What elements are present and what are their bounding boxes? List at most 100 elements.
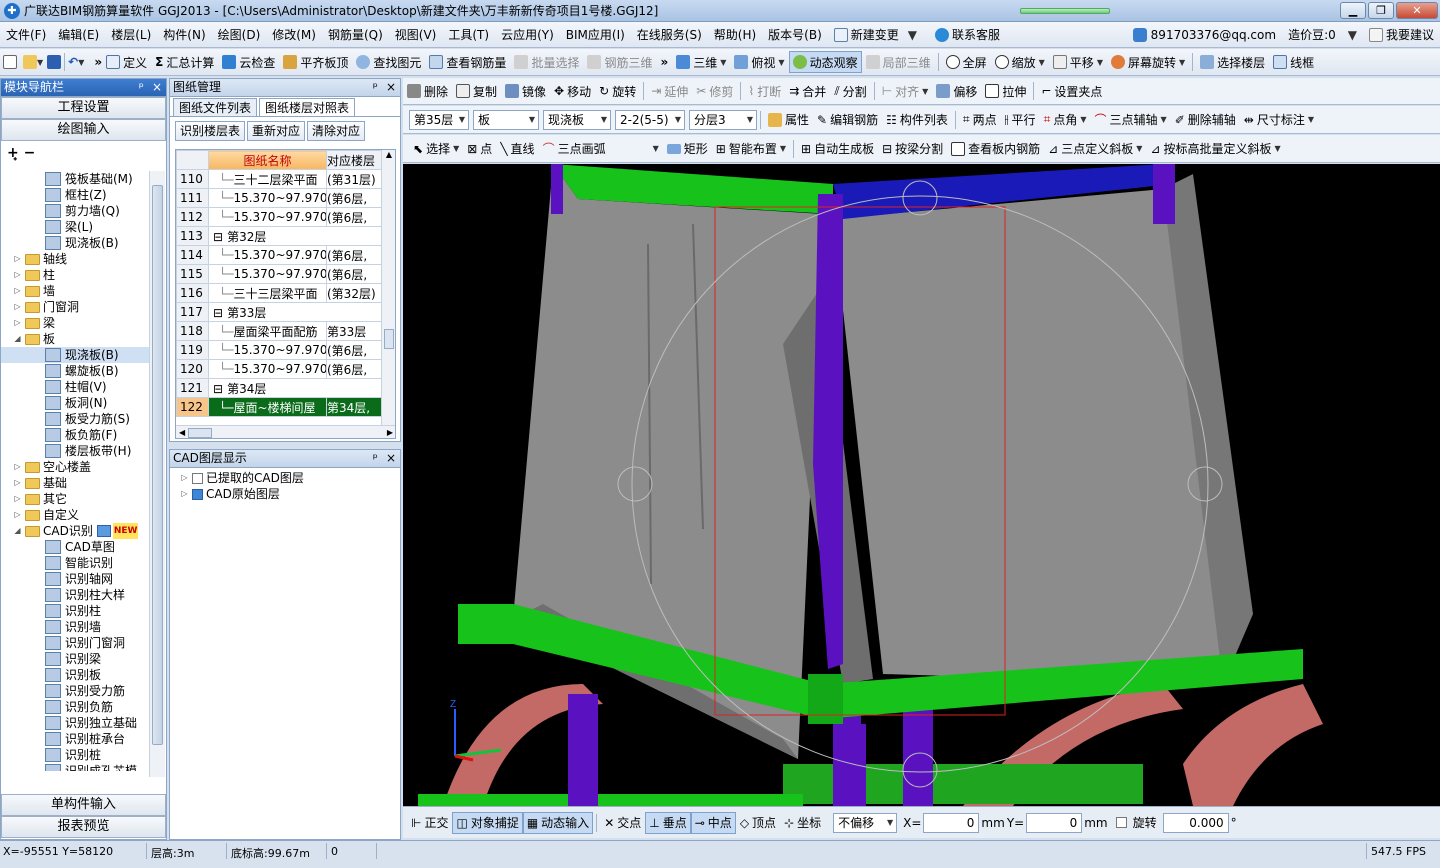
remap-button[interactable]: 重新对应 [247,121,306,141]
collapse-arrow-icon[interactable]: ◢ [13,523,22,539]
suggest-button[interactable]: 我要建议 [1363,23,1440,47]
dynamic-input-toggle[interactable]: ▦ 动态输入 [522,811,594,834]
nav-tree-item[interactable]: 识别门窗洞 [1,635,149,651]
nav-tree-item[interactable]: 识别柱 [1,603,149,619]
nav-tree-item[interactable]: CAD草图 [1,539,149,555]
delete-axis-button[interactable]: ✐ 删除辅轴 [1171,109,1240,131]
nav-tree-item[interactable]: 螺旋板(B) [1,363,149,379]
single-component-input-button[interactable]: 单构件输入 [1,794,166,816]
table-row[interactable]: 121 ⊟ 第34层 [176,378,382,398]
rotate-input[interactable]: 0.000 [1162,812,1229,833]
nav-tree-item[interactable]: 识别墙 [1,619,149,635]
table-row[interactable]: 112 └─15.370~97.970 (第6层, [176,207,382,227]
collapse-group-icon[interactable]: ⊟ [213,382,223,396]
find-element-button[interactable]: 查找图元 [352,51,425,73]
nav-tree-item[interactable]: 识别柱大样 [1,587,149,603]
align-slab-top-button[interactable]: 平齐板顶 [279,51,352,73]
cad-layer-extracted[interactable]: ▷ 已提取的CAD图层 [180,470,400,486]
point-button[interactable]: ⊠ 点 [463,138,496,160]
floor-cell[interactable]: (第6层, [326,207,382,227]
3d-viewport[interactable]: Z [403,164,1440,806]
expand-arrow-icon[interactable]: ▷ [13,283,22,299]
move-button[interactable]: ✥ 移动 [550,80,595,102]
snap-vertex[interactable]: ◇ 顶点 [736,812,780,834]
nav-tree-item[interactable]: ▷ 门窗洞 [1,299,149,315]
menu-rebar[interactable]: 钢筋量(Q) [322,23,389,47]
table-row[interactable]: 118 └─屋面梁平面配筋 第33层 [176,321,382,341]
component-select[interactable]: 2-2(5-5) ▼ [615,109,685,130]
three-point-arc-button[interactable]: ⌒ 三点画弧 ▼ [539,138,663,160]
nav-tree-item[interactable]: 梁(L) [1,219,149,235]
nav-tree-item[interactable]: 识别负筋 [1,699,149,715]
split-button[interactable]: ⫽ 分割 [830,80,870,102]
mirror-button[interactable]: 镜像 [501,80,550,102]
nav-tree-item[interactable]: 识别成孔芯模 [1,763,149,771]
nav-tree-item[interactable]: 识别受力筋 [1,683,149,699]
menu-floor[interactable]: 楼层(L) [105,23,157,47]
expand-arrow-icon[interactable]: ▷ [13,491,22,507]
nav-tree-item[interactable]: 识别桩 [1,747,149,763]
snap-midpoint[interactable]: ⊸ 中点 [690,811,736,834]
header-floor[interactable]: 对应楼层 [326,150,382,170]
properties-button[interactable]: 属性 [764,109,813,131]
nav-tree-item[interactable]: 智能识别 [1,555,149,571]
floor-cell[interactable]: (第6层, [326,264,382,284]
view-slab-rebar-button[interactable]: 查看板内钢筋 [947,138,1044,160]
type-select[interactable]: 板 ▼ [473,109,539,130]
copy-button[interactable]: 复制 [452,80,501,102]
select-floor-button[interactable]: 选择楼层 [1196,51,1269,73]
offset-button[interactable]: 偏移 [932,80,981,102]
nav-tree-item[interactable]: 板负筋(F) [1,427,149,443]
define-button[interactable]: 定义 [102,51,151,73]
project-settings-button[interactable]: 工程设置 [1,97,166,119]
identify-floor-table-button[interactable]: 识别楼层表 [175,121,246,141]
menu-version[interactable]: 版本号(B) [762,23,828,47]
expand-collapse-tools[interactable]: +̟ − [1,141,166,165]
nav-tree-item[interactable]: 板洞(N) [1,395,149,411]
tab-drawing-floor-map[interactable]: 图纸楼层对照表 [259,98,356,116]
smart-layout-button[interactable]: ⊞ 智能布置 ▼ [712,138,790,160]
table-row[interactable]: 113 ⊟ 第32层 [176,226,382,246]
nav-tree-item[interactable]: 识别轴网 [1,571,149,587]
maximize-button[interactable]: ❐ [1368,2,1394,19]
offset-select[interactable]: 不偏移 ▼ [833,812,898,833]
menu-new-change[interactable]: 新建变更 ▼ [828,23,929,47]
zoom-button[interactable]: 缩放 ▼ [991,51,1049,73]
price-bean-dropdown[interactable]: ▼ [1342,23,1363,47]
nav-tree-item[interactable]: ▷ 空心楼盖 [1,459,149,475]
nav-tree-item[interactable]: ▷ 自定义 [1,507,149,523]
nav-tree-item[interactable]: ▷ 轴线 [1,251,149,267]
nav-tree-item[interactable]: 楼层板带(H) [1,443,149,459]
floor-cell[interactable]: (第6层, [326,245,382,265]
view-rebar-qty-button[interactable]: 查看钢筋量 [425,51,510,73]
screen-rotate-button[interactable]: 屏幕旋转 ▼ [1107,51,1189,73]
object-snap-toggle[interactable]: ◫ 对象捕捉 [452,811,523,834]
cloud-check-button[interactable]: 云检查 [218,51,279,73]
parallel-axis-button[interactable]: ⫲ 平行 [1001,109,1040,131]
pin-icon[interactable]: ᵖ [369,450,382,467]
batch-slope-button[interactable]: ⊿ 按标高批量定义斜板 ▼ [1146,138,1284,160]
menu-component[interactable]: 构件(N) [157,23,211,47]
local-3d-button[interactable]: 局部三维 [862,51,935,73]
trim-button[interactable]: ✂ 修剪 [692,80,737,102]
menu-help[interactable]: 帮助(H) [708,23,762,47]
3d-model-canvas[interactable]: Z [403,164,1440,806]
menu-edit[interactable]: 编辑(E) [52,23,105,47]
split-by-beam-button[interactable]: ⊟ 按梁分割 [878,138,947,160]
nav-tree-item[interactable]: ◢ 板 [1,331,149,347]
expand-all-icon[interactable]: +̟ [7,145,19,161]
minimize-button[interactable]: ▁ [1340,2,1366,19]
nav-tree-item[interactable]: ◢ CAD识别 NEW [1,523,149,539]
menu-modify[interactable]: 修改(M) [266,23,322,47]
extend-button[interactable]: ⇥ 延伸 [647,80,692,102]
align-button[interactable]: ⊢ 对齐 ▼ [878,80,933,102]
pin-icon[interactable]: ᵖ [135,79,148,96]
nav-tree-item[interactable]: ▷ 基础 [1,475,149,491]
table-row[interactable]: 122 └─屋面~楼梯间屋 第34层, [176,397,382,417]
table-row[interactable]: 116 └─三十三层梁平面 (第32层) [176,283,382,303]
menu-contact[interactable]: 联系客服 [929,23,1006,47]
floor-cell[interactable]: 第34层, [326,397,382,417]
open-folder-icon[interactable] [23,55,37,69]
ortho-toggle[interactable]: ⊩ 正交 [407,812,452,834]
merge-button[interactable]: ⇉ 合并 [785,80,830,102]
